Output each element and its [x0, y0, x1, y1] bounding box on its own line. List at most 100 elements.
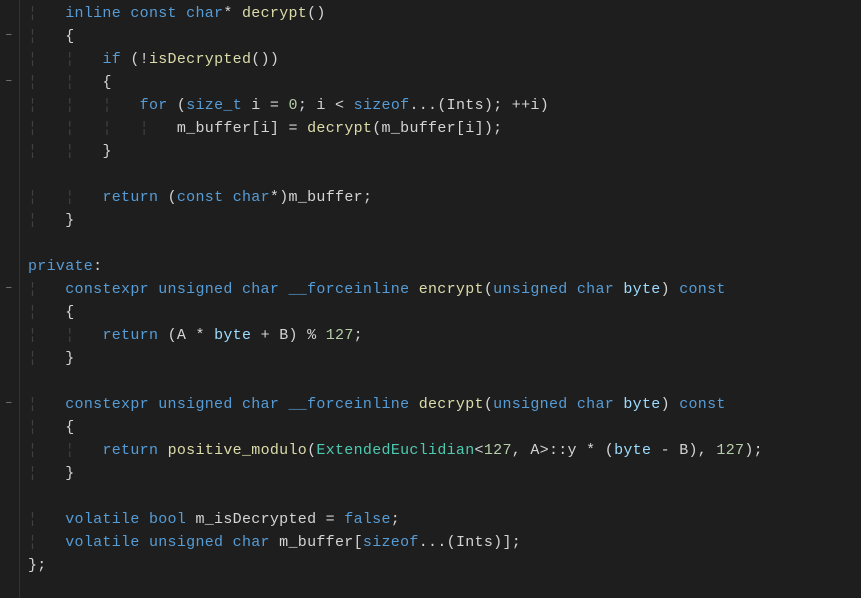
code-line[interactable]: [28, 163, 763, 186]
fold-toggle-icon[interactable]: −: [3, 398, 15, 410]
token: {: [65, 304, 74, 321]
token: [i] =: [251, 120, 307, 137]
code-line[interactable]: [28, 232, 763, 255]
token: decrypt: [307, 120, 372, 137]
token: char: [233, 534, 280, 551]
token: byte: [623, 396, 660, 413]
token: ...(: [419, 534, 456, 551]
token: sizeof: [354, 97, 410, 114]
token: ); ++i): [484, 97, 549, 114]
token: byte: [614, 442, 651, 459]
fold-toggle-icon[interactable]: −: [3, 283, 15, 295]
code-line[interactable]: ¦ ¦ }: [28, 140, 763, 163]
token: {: [65, 419, 74, 436]
token: return: [102, 189, 167, 206]
code-line[interactable]: ¦ ¦ ¦ for (size_t i = 0; i < sizeof...(I…: [28, 94, 763, 117]
token: char: [242, 396, 289, 413]
token: ...(: [409, 97, 446, 114]
code-line[interactable]: ¦ inline const char* decrypt(): [28, 2, 763, 25]
token: Ints: [456, 534, 493, 551]
code-line[interactable]: ¦ {: [28, 25, 763, 48]
token: m_buffer: [177, 120, 251, 137]
token: constexpr: [65, 396, 158, 413]
token: 127: [484, 442, 512, 459]
token: byte: [623, 281, 660, 298]
token: 127: [716, 442, 744, 459]
token: char: [577, 281, 624, 298]
token: volatile: [65, 511, 149, 528]
token: constexpr: [65, 281, 158, 298]
token: , A>::y * (: [512, 442, 614, 459]
code-line[interactable]: ¦ ¦ return positive_modulo(ExtendedEucli…: [28, 439, 763, 462]
token: 0: [289, 97, 298, 114]
code-editor[interactable]: ¦ inline const char* decrypt()¦ {¦ ¦ if …: [20, 0, 763, 598]
token: __forceinline: [288, 396, 418, 413]
token: (: [177, 97, 186, 114]
token: (: [484, 281, 493, 298]
token: [: [354, 534, 363, 551]
token: *): [270, 189, 289, 206]
token: unsigned: [158, 396, 242, 413]
token: i =: [242, 97, 289, 114]
token: };: [28, 557, 47, 574]
code-line[interactable]: ¦ }: [28, 462, 763, 485]
token: (!: [130, 51, 149, 68]
code-line[interactable]: ¦ {: [28, 416, 763, 439]
token: unsigned: [149, 534, 233, 551]
token: for: [140, 97, 177, 114]
token: (A *: [168, 327, 215, 344]
fold-toggle-icon[interactable]: −: [3, 30, 15, 42]
code-line[interactable]: private:: [28, 255, 763, 278]
code-line[interactable]: };: [28, 554, 763, 577]
code-line[interactable]: ¦ volatile unsigned char m_buffer[sizeof…: [28, 531, 763, 554]
token: return: [102, 327, 167, 344]
token: <: [475, 442, 484, 459]
token: m_isDecrypted: [195, 511, 316, 528]
code-line[interactable]: ¦ }: [28, 209, 763, 232]
token: *: [223, 5, 242, 22]
token: bool: [149, 511, 196, 528]
code-line[interactable]: ¦ ¦ if (!isDecrypted()): [28, 48, 763, 71]
code-line[interactable]: ¦ volatile bool m_isDecrypted = false;: [28, 508, 763, 531]
token: - B),: [651, 442, 716, 459]
code-line[interactable]: ¦ constexpr unsigned char __forceinline …: [28, 278, 763, 301]
token: char: [233, 189, 270, 206]
token: if: [102, 51, 130, 68]
token: ): [661, 396, 680, 413]
token: m_buffer: [382, 120, 456, 137]
code-line[interactable]: ¦ ¦ return (const char*)m_buffer;: [28, 186, 763, 209]
token: unsigned: [158, 281, 242, 298]
token: }: [65, 212, 74, 229]
token: (: [168, 189, 177, 206]
token: 127: [326, 327, 354, 344]
token: ;: [363, 189, 372, 206]
code-line[interactable]: ¦ }: [28, 347, 763, 370]
code-line[interactable]: ¦ ¦ return (A * byte + B) % 127;: [28, 324, 763, 347]
code-line[interactable]: ¦ constexpr unsigned char __forceinline …: [28, 393, 763, 416]
fold-toggle-icon[interactable]: −: [3, 76, 15, 88]
token: Ints: [447, 97, 484, 114]
token: (: [372, 120, 381, 137]
token: ): [661, 281, 680, 298]
token: unsigned: [493, 396, 577, 413]
token: size_t: [186, 97, 242, 114]
fold-gutter: − − − −: [0, 0, 20, 598]
token: ()): [251, 51, 279, 68]
token: isDecrypted: [149, 51, 251, 68]
token: {: [102, 74, 111, 91]
code-line[interactable]: [28, 485, 763, 508]
token: [i]);: [456, 120, 503, 137]
code-line[interactable]: ¦ {: [28, 301, 763, 324]
token: :: [93, 258, 102, 275]
token: }: [65, 465, 74, 482]
code-line[interactable]: ¦ ¦ ¦ ¦ m_buffer[i] = decrypt(m_buffer[i…: [28, 117, 763, 140]
token: encrypt: [419, 281, 484, 298]
token: positive_modulo: [168, 442, 308, 459]
token: (: [307, 442, 316, 459]
code-line[interactable]: ¦ ¦ {: [28, 71, 763, 94]
token: false: [344, 511, 391, 528]
token: __forceinline: [288, 281, 418, 298]
token: ExtendedEuclidian: [316, 442, 474, 459]
code-line[interactable]: [28, 370, 763, 393]
token: m_buffer: [279, 534, 353, 551]
